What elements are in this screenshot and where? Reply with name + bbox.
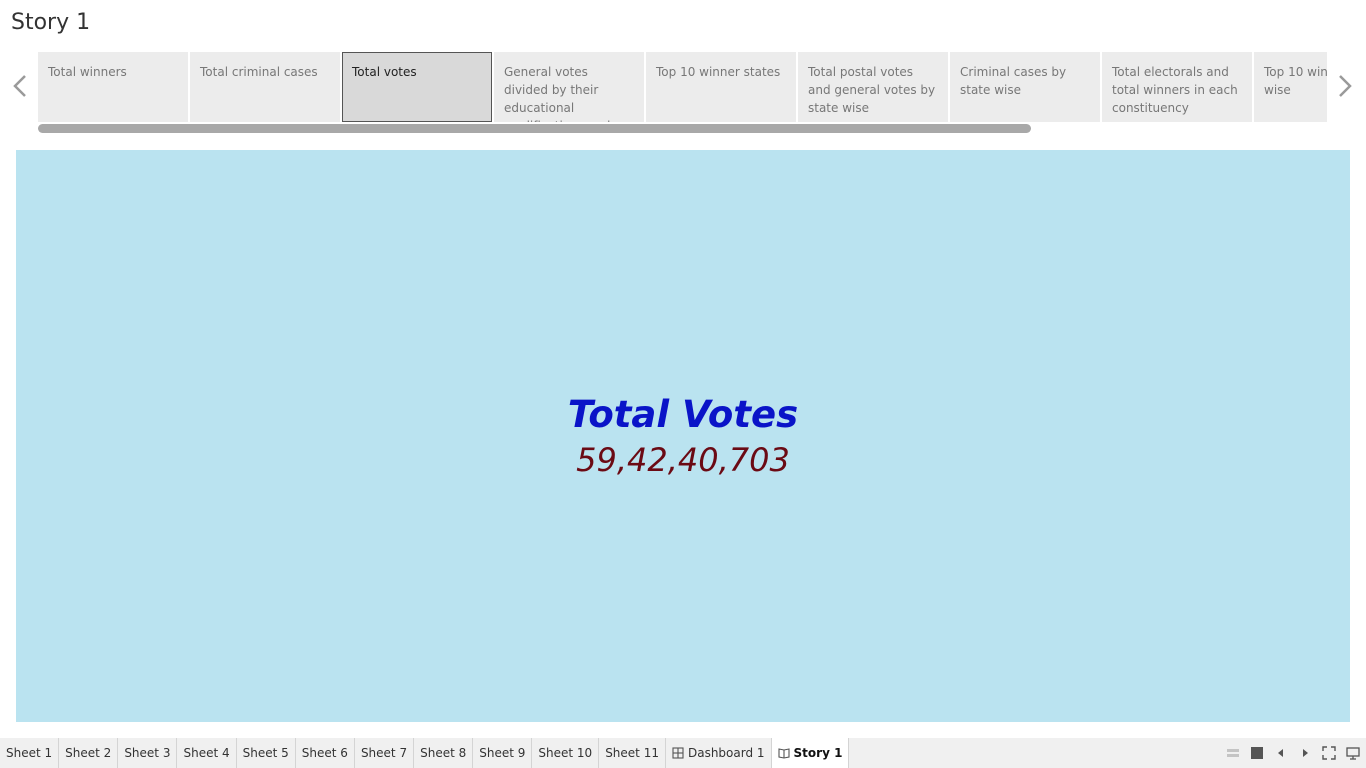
sheet-tab[interactable]: Sheet 9: [473, 738, 533, 768]
story-point-tab[interactable]: General votes divided by their education…: [494, 52, 644, 122]
sheet-tab-label: Story 1: [793, 746, 843, 760]
dashboard-grid-icon: [672, 747, 684, 759]
story-point-tab[interactable]: Criminal cases by state wise: [950, 52, 1100, 122]
story-point-tab[interactable]: Total electorals and total winners in ea…: [1102, 52, 1252, 122]
sheet-tab[interactable]: Sheet 11: [599, 738, 666, 768]
sheet-tab-label: Sheet 10: [538, 746, 593, 760]
sheet-tab-label: Dashboard 1: [687, 746, 765, 760]
sheet-tab-label: Sheet 1: [6, 746, 53, 760]
view-controls: [1226, 738, 1360, 768]
sheet-tab-label: Sheet 9: [479, 746, 526, 760]
sheet-tab[interactable]: Sheet 1: [0, 738, 60, 768]
scrollbar-thumb[interactable]: [38, 124, 1031, 133]
story-point-tab[interactable]: Total postal votes and general votes by …: [798, 52, 948, 122]
story-point-tab[interactable]: Top 10 winner states: [646, 52, 796, 122]
sheet-tab-label: Sheet 4: [183, 746, 230, 760]
story-book-icon: [777, 747, 790, 759]
sheet-tab-label: Sheet 2: [65, 746, 112, 760]
story-point-tab[interactable]: Total winners: [38, 52, 188, 122]
presentation-mode-icon[interactable]: [1346, 746, 1360, 760]
story-point-content: Total Votes 59,42,40,703: [16, 150, 1350, 722]
sheet-tab[interactable]: Sheet 10: [532, 738, 600, 768]
sheet-tab[interactable]: Sheet 4: [177, 738, 237, 768]
sheet-tab[interactable]: Sheet 7: [355, 738, 415, 768]
kpi-title: Total Votes: [567, 393, 799, 436]
sheet-tabs: Sheet 1 Sheet 2 Sheet 3 Sheet 4 Sheet 5 Sheet…: [0, 738, 850, 768]
fullscreen-icon[interactable]: [1322, 746, 1336, 760]
story-navigator-scrollbar[interactable]: [38, 124, 1327, 134]
sheet-tab-label: Sheet 8: [420, 746, 467, 760]
story-point-tab[interactable]: Total votes: [342, 52, 492, 122]
chevron-right-icon: [1339, 75, 1352, 97]
story-navigator: Total winners Total criminal cases Total v…: [38, 52, 1327, 124]
sheet-tab-label: Sheet 6: [301, 746, 348, 760]
sheet-tab[interactable]: Sheet 5: [237, 738, 296, 768]
kpi-value: 59,42,40,703: [576, 441, 790, 479]
sheet-tab[interactable]: Dashboard 1: [666, 738, 772, 768]
next-story-point-button[interactable]: [1335, 70, 1355, 102]
sheet-tab[interactable]: Sheet 8: [414, 738, 474, 768]
story-point-tab[interactable]: Total criminal cases: [190, 52, 340, 122]
chevron-left-icon: [13, 75, 26, 97]
sheet-tab[interactable]: Story 1: [771, 738, 850, 768]
next-sheet-icon[interactable]: [1298, 746, 1312, 760]
story-title: Story 1: [11, 10, 91, 35]
sheet-tab-label: Sheet 11: [605, 746, 659, 760]
previous-sheet-icon[interactable]: [1274, 746, 1288, 760]
show-filmstrip-icon[interactable]: [1250, 746, 1264, 760]
sheet-tab[interactable]: Sheet 6: [296, 738, 355, 768]
sheet-tab[interactable]: Sheet 3: [118, 738, 178, 768]
sheet-tab[interactable]: Sheet 2: [59, 738, 119, 768]
sheet-tab-label: Sheet 3: [124, 746, 171, 760]
sheet-tab-bar: Sheet 1 Sheet 2 Sheet 3 Sheet 4 Sheet 5 Sheet…: [0, 738, 1366, 768]
sheet-tab-label: Sheet 5: [242, 746, 289, 760]
story-point-tab[interactable]: Top 10 winner party wise: [1254, 52, 1327, 122]
previous-story-point-button[interactable]: [10, 70, 30, 102]
sheet-tab-label: Sheet 7: [360, 746, 408, 760]
show-sheet-sorter-icon[interactable]: [1226, 746, 1240, 760]
